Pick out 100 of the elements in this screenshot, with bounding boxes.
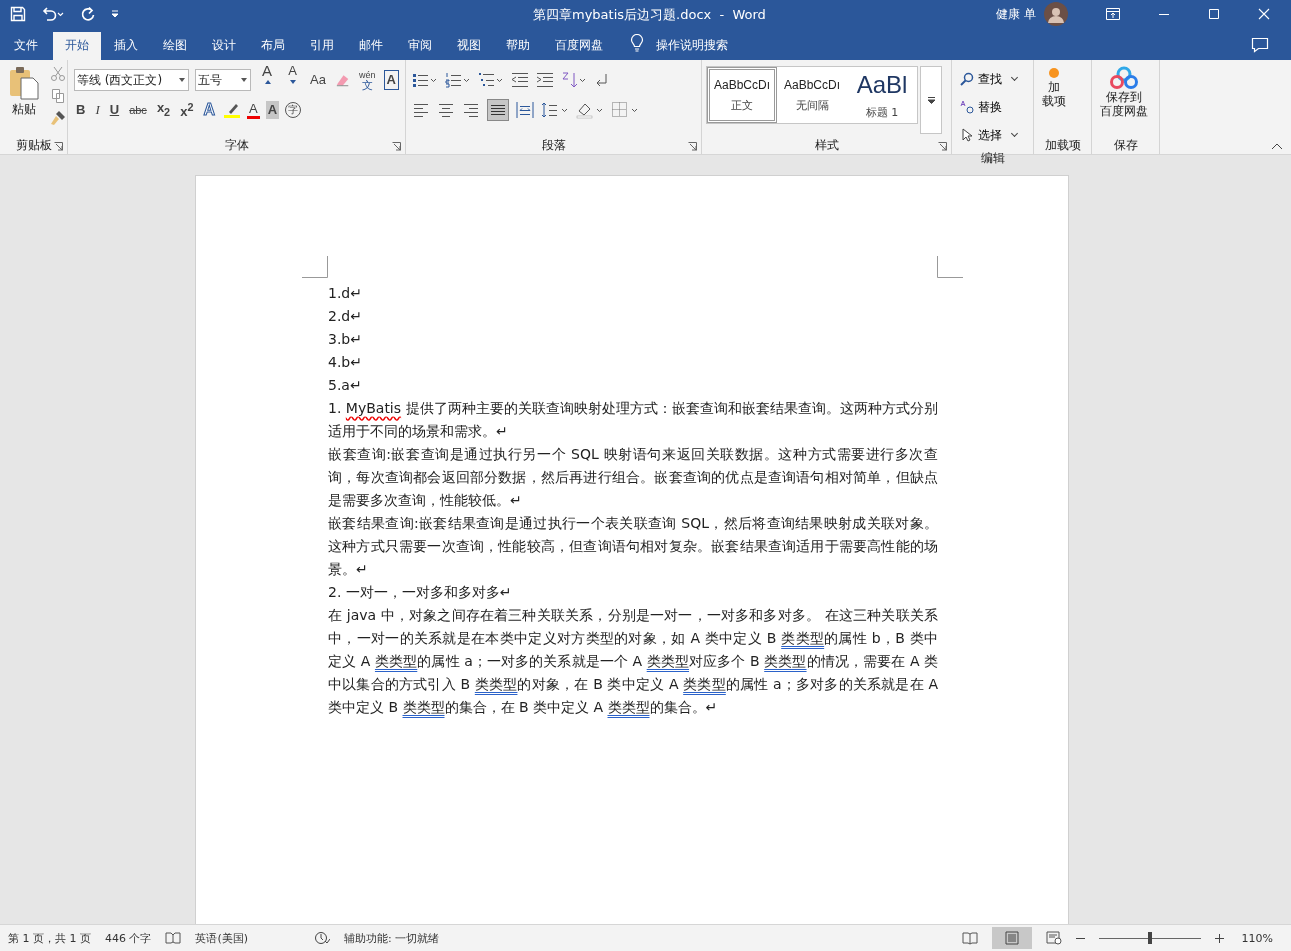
maximize-icon[interactable] <box>1208 8 1220 20</box>
paste-button[interactable]: 粘贴 <box>4 64 44 118</box>
subscript-button[interactable]: x$_{2}$ <box>154 99 173 121</box>
character-border-button[interactable]: A <box>383 70 399 90</box>
ribbon-display-icon[interactable] <box>1106 8 1120 20</box>
lightbulb-icon[interactable] <box>630 34 644 52</box>
corner-mark <box>302 256 328 278</box>
highlight-icon[interactable] <box>222 101 241 119</box>
change-case-button[interactable]: Aa <box>308 71 328 89</box>
ribbon-tab[interactable]: 文件 <box>0 32 52 60</box>
dialog-launcher-icon[interactable] <box>54 142 63 151</box>
ribbon-tab[interactable]: 引用 <box>298 32 346 60</box>
distributed-icon[interactable] <box>516 101 534 119</box>
style-item[interactable]: AaBbCcDı 无间隔 <box>777 67 847 123</box>
copy-icon[interactable] <box>50 88 66 104</box>
language-status[interactable]: 英语(美国) <box>195 930 249 946</box>
justify-icon[interactable] <box>487 99 509 121</box>
replace-button[interactable]: 替换 <box>958 96 1027 118</box>
ribbon-tab[interactable]: 帮助 <box>494 32 542 60</box>
pointer-icon <box>960 128 974 142</box>
multilevel-list-icon[interactable] <box>478 72 504 88</box>
comments-icon[interactable] <box>1251 37 1269 53</box>
bold-button[interactable]: B <box>74 101 88 119</box>
collapse-ribbon-icon[interactable] <box>1271 142 1283 150</box>
group-label: 保存 <box>1113 136 1138 154</box>
dialog-launcher-icon[interactable] <box>392 142 401 151</box>
sort-icon[interactable] <box>561 72 587 88</box>
shading-icon[interactable] <box>576 101 604 119</box>
dialog-launcher-icon[interactable] <box>938 142 947 151</box>
clipboard-icon <box>8 66 40 100</box>
zoom-level[interactable]: 110% <box>1241 931 1273 945</box>
group-label: 加载项 <box>1044 136 1081 154</box>
underline-button[interactable]: U <box>107 101 122 119</box>
style-item[interactable]: AaBbCcDı 正文 <box>707 67 777 123</box>
italic-button[interactable]: I <box>93 101 102 119</box>
align-right-icon[interactable] <box>462 101 480 119</box>
accessibility-status[interactable]: 辅助功能: 一切就绪 <box>344 930 440 946</box>
document-paragraph: 4.b↵ <box>328 353 363 372</box>
style-item[interactable]: AaBl 标题 1 <box>847 67 917 123</box>
ribbon-tab[interactable]: 百度网盘 <box>543 32 615 60</box>
more-icon <box>926 96 936 104</box>
save-icon[interactable] <box>10 6 26 22</box>
web-layout-icon[interactable] <box>1045 931 1062 945</box>
numbering-icon[interactable] <box>445 72 471 88</box>
ribbon-tab[interactable]: 审阅 <box>396 32 444 60</box>
font-name-dropdown[interactable]: 等线 (西文正文) <box>74 69 189 91</box>
paragraph-mark-icon[interactable] <box>594 72 608 88</box>
read-mode-icon[interactable] <box>961 931 978 945</box>
undo-icon[interactable] <box>40 6 66 22</box>
replace-icon <box>960 100 974 114</box>
align-center-icon[interactable] <box>437 101 455 119</box>
down-triangle-icon <box>290 80 297 84</box>
bullets-icon[interactable] <box>412 72 438 88</box>
font-size-dropdown[interactable]: 五号 <box>195 69 251 91</box>
font-color-button[interactable]: A <box>246 101 260 119</box>
group-label: 字体 <box>224 136 249 154</box>
superscript-button[interactable]: x$^{2}$ <box>178 98 196 122</box>
page-count[interactable]: 第 1 页，共 1 页 <box>8 930 91 946</box>
ribbon-tab[interactable]: 视图 <box>445 32 493 60</box>
group-label: 编辑 <box>980 150 1005 167</box>
select-button[interactable]: 选择 <box>958 124 1027 146</box>
grow-font-button[interactable]: A <box>256 62 278 98</box>
document-paragraph: 1.d↵ <box>328 284 363 303</box>
align-left-icon[interactable] <box>412 101 430 119</box>
up-triangle-icon <box>264 80 271 84</box>
add-ins-button[interactable]: 加 载项 <box>1038 64 1070 136</box>
word-count[interactable]: 446 个字 <box>105 930 152 946</box>
user-name[interactable]: 健康 单 <box>996 5 1036 23</box>
dialog-launcher-icon[interactable] <box>688 142 697 151</box>
search-icon <box>960 72 974 86</box>
window-title: 第四章mybatis后边习题.docx - Word <box>533 6 766 24</box>
zoom-in-icon[interactable] <box>1214 933 1224 943</box>
ribbon-tab[interactable]: 绘图 <box>151 32 199 60</box>
line-spacing-icon[interactable] <box>541 101 569 119</box>
group-label: 样式 <box>814 136 839 154</box>
corner-mark <box>937 256 963 278</box>
tell-me-search[interactable]: 操作说明搜索 <box>656 32 728 60</box>
redo-icon[interactable] <box>80 6 96 22</box>
ribbon-tab[interactable]: 设计 <box>200 32 248 60</box>
strikethrough-button[interactable]: abc <box>127 101 149 119</box>
phonetic-guide-button[interactable]: wén 文 <box>357 70 378 90</box>
character-shading-button[interactable]: A <box>265 101 280 119</box>
find-button[interactable]: 查找 <box>958 68 1027 90</box>
increase-indent-icon[interactable] <box>536 72 554 88</box>
save-to-cloud-button[interactable]: 保存到 百度网盘 <box>1096 64 1152 136</box>
ribbon-tab[interactable]: 开始 <box>53 32 101 60</box>
format-painter-icon[interactable] <box>50 110 66 126</box>
decrease-indent-icon[interactable] <box>511 72 529 88</box>
shrink-font-button[interactable]: A <box>283 62 303 98</box>
proofing-icon[interactable] <box>165 932 182 944</box>
ribbon-tab[interactable]: 邮件 <box>347 32 395 60</box>
document-paragraph: 1. MyBatis 提供了两种主要的关联查询映射处理方式：嵌套查询和嵌套结果查询。这两种方式分别适用于不同的场景和需求。↵ <box>328 399 938 441</box>
group-label: 剪贴板 <box>15 136 52 154</box>
dot-icon <box>1047 66 1061 80</box>
zoom-slider-thumb[interactable] <box>1147 932 1152 944</box>
close-icon[interactable] <box>1258 8 1270 20</box>
ribbon-tab[interactable]: 布局 <box>249 32 297 60</box>
document-paragraph: 嵌套结果查询:嵌套结果查询是通过执行一个表关联查询 SQL，然后将查询结果映射成关联对象。这种方式只需要一次查询，性能较高，但查询语句相对复杂。嵌套结果查询适用于需要高性能的场景。↵ <box>328 514 938 579</box>
ribbon-tab[interactable]: 插入 <box>102 32 150 60</box>
avatar-icon[interactable] <box>1044 2 1068 26</box>
